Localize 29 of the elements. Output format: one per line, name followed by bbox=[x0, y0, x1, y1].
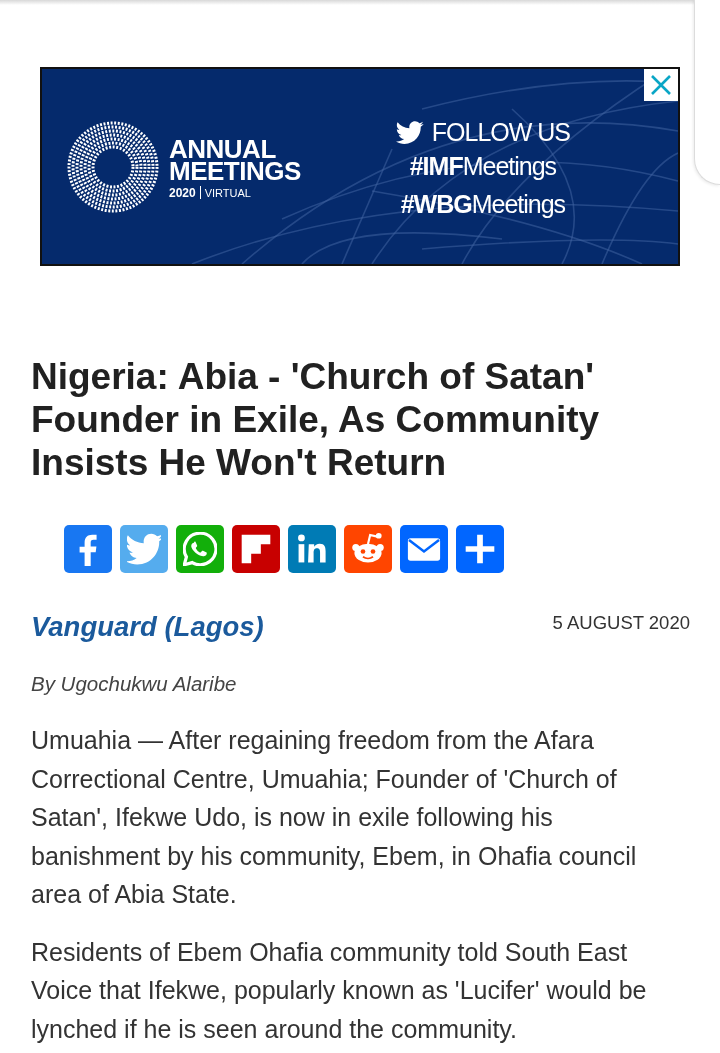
source-link[interactable]: Vanguard (Lagos) bbox=[31, 610, 264, 643]
email-share-button[interactable] bbox=[400, 525, 448, 573]
ad-edition: VIRTUAL bbox=[204, 185, 251, 200]
reddit-share-button[interactable] bbox=[344, 525, 392, 573]
plus-icon bbox=[463, 532, 497, 566]
twitter-bird-icon bbox=[127, 532, 161, 566]
follow-us-text: FOLLOW US bbox=[431, 116, 571, 147]
facebook-share-button[interactable] bbox=[64, 525, 112, 573]
article-paragraph: Residents of Ebem Ohafia community told South East Voice that Ifekwe, popularly known as 'Lucifer' would be lynched if he is seen around the community. bbox=[31, 936, 648, 1045]
hashtag-text: #WBGMeetings bbox=[400, 188, 566, 220]
article-headline: Nigeria: Abia - 'Church of Satan' Founder in Exile, As Community Insists He Won't Return bbox=[31, 355, 601, 484]
close-ad-button[interactable] bbox=[644, 69, 678, 101]
close-icon bbox=[650, 74, 672, 96]
dotted-ring-logo-icon bbox=[67, 120, 159, 213]
hashtag-text: #IMFMeetings bbox=[409, 150, 557, 182]
linkedin-share-button[interactable] bbox=[288, 525, 336, 573]
flipboard-share-button[interactable] bbox=[232, 525, 280, 573]
twitter-bird-icon bbox=[395, 119, 424, 144]
publish-date: 5 AUGUST 2020 bbox=[552, 611, 690, 635]
more-share-button[interactable] bbox=[456, 525, 504, 573]
flipboard-icon bbox=[239, 532, 273, 566]
article-paragraph: Umuahia — After regaining freedom from the Afara Correctional Centre, Umuahia; Founder of 'Church of Satan', Ifekwe Udo, is now in exile following his banishment by his community, Ebem, in Ohafia council area of Abia State. bbox=[31, 725, 638, 910]
whatsapp-phone-icon bbox=[183, 532, 217, 566]
author-byline: By Ugochukwu Alaribe bbox=[31, 671, 238, 697]
whatsapp-share-button[interactable] bbox=[176, 525, 224, 573]
ad-banner[interactable]: ANNUAL MEETINGS 2020 VIRTUAL FOLLOW US #IMFMeetings #WBGMeetings bbox=[40, 67, 680, 266]
twitter-share-button[interactable] bbox=[120, 525, 168, 573]
ad-year: 2020 bbox=[169, 185, 196, 200]
ad-title: ANNUAL MEETINGS bbox=[169, 137, 301, 182]
